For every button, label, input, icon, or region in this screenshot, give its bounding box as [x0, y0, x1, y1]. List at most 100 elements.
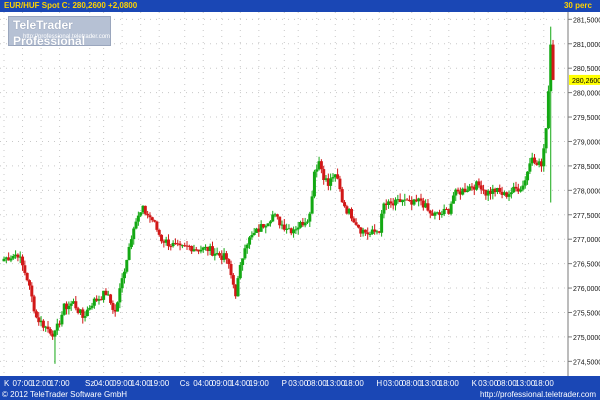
x-tick-label: 18:00	[534, 379, 555, 388]
candle-body	[521, 185, 525, 190]
candle-body	[34, 311, 38, 318]
x-tick-label: 17:00	[50, 379, 71, 388]
candle-body	[231, 275, 235, 285]
candle-body	[514, 186, 518, 189]
candle-body	[551, 44, 555, 80]
candle-body	[343, 202, 347, 207]
teletrader-logo: TeleTrader Professional http://professio…	[8, 16, 111, 48]
x-tick-label: 03:00	[288, 379, 309, 388]
candle-body	[338, 178, 342, 190]
candle-body	[122, 271, 126, 279]
candle-body	[264, 226, 268, 228]
candle-body	[275, 214, 279, 217]
last-price-label: 280,2600	[572, 78, 600, 85]
candle-body	[319, 161, 323, 170]
candle-body	[132, 228, 136, 240]
candle-body	[523, 180, 527, 186]
candle-body	[382, 203, 386, 214]
candle-body	[356, 224, 360, 228]
candle-body	[329, 178, 333, 186]
candle-body	[340, 189, 344, 203]
candle-body	[150, 217, 154, 221]
x-tick-label: K	[4, 379, 10, 388]
candle-body	[229, 264, 233, 276]
y-tick-label: 274,5000	[573, 359, 600, 366]
candle-body	[546, 91, 550, 129]
candle-body	[479, 185, 483, 190]
candle-body	[252, 232, 256, 236]
timeframe-label[interactable]: 30 perc	[564, 0, 592, 12]
candle-body	[498, 187, 502, 192]
candle-body	[236, 278, 240, 297]
candle-body	[428, 210, 432, 214]
candle-body	[139, 212, 143, 216]
candle-body	[148, 215, 152, 218]
x-tick-label: 03:00	[383, 379, 404, 388]
candle-body	[465, 190, 469, 193]
candle-body	[456, 189, 460, 192]
candle-body	[352, 218, 356, 223]
candle-body	[53, 330, 57, 337]
candle-body	[533, 157, 537, 163]
x-tick-label: 14:00	[230, 379, 251, 388]
candle-body	[248, 237, 252, 245]
candle-body	[294, 229, 298, 231]
candle-body	[178, 243, 182, 246]
candle-body	[238, 265, 242, 279]
footer-bar: © 2012 TeleTrader Software GmbH http://p…	[0, 389, 600, 400]
candle-body	[69, 303, 73, 306]
candle-body	[308, 213, 312, 222]
x-tick-label: Cs	[180, 379, 190, 388]
candle-body	[166, 239, 170, 247]
candle-body	[129, 239, 133, 247]
candle-body	[116, 302, 120, 312]
candle-body	[120, 278, 124, 289]
candle-body	[373, 229, 377, 232]
candle-body	[153, 220, 157, 222]
candle-body	[217, 253, 221, 256]
candle-body	[146, 213, 150, 216]
x-tick-label: 13:00	[325, 379, 346, 388]
x-tick-label: 13:00	[420, 379, 441, 388]
x-tick-label: H	[376, 379, 382, 388]
y-tick-label: 275,0000	[573, 335, 600, 342]
candle-body	[88, 307, 92, 310]
candle-body	[32, 296, 36, 312]
candle-body	[23, 265, 27, 273]
candle-body	[224, 253, 228, 260]
candle-body	[46, 326, 50, 330]
candle-body	[227, 259, 231, 265]
x-tick-label: 08:00	[402, 379, 423, 388]
candle-body	[544, 128, 548, 149]
candle-body	[268, 221, 272, 224]
candle-body	[303, 222, 307, 226]
y-tick-label: 278,5000	[573, 164, 600, 171]
candle-body	[160, 234, 164, 242]
y-tick-label: 278,0000	[573, 188, 600, 195]
x-tick-label: 19:00	[149, 379, 170, 388]
candle-body	[368, 233, 372, 235]
candle-body	[419, 198, 423, 201]
candle-body	[157, 229, 161, 235]
x-tick-label: 09:00	[212, 379, 233, 388]
candle-body	[136, 215, 140, 222]
candle-body	[363, 229, 367, 233]
candle-body	[127, 246, 131, 260]
candle-body	[519, 189, 523, 192]
candle-body	[312, 171, 316, 197]
candle-body	[9, 258, 13, 261]
candle-body	[169, 246, 173, 248]
y-tick-label: 280,0000	[573, 91, 600, 98]
candle-body	[74, 301, 78, 309]
footer-url[interactable]: http://professional.teletrader.com	[480, 389, 596, 400]
candle-body	[109, 294, 113, 303]
logo-url-text: http://professional.teletrader.com	[23, 34, 111, 40]
candle-body	[542, 148, 546, 167]
price-chart[interactable]: 274,5000 275,0000 275,5000 276,0000 276,5000…	[0, 12, 600, 389]
candle-body	[155, 221, 159, 230]
candle-body	[507, 194, 511, 197]
y-tick-label: 281,0000	[573, 42, 600, 49]
candle-body	[331, 177, 335, 179]
candle-body	[21, 256, 25, 266]
y-tick-label: 279,0000	[573, 139, 600, 146]
